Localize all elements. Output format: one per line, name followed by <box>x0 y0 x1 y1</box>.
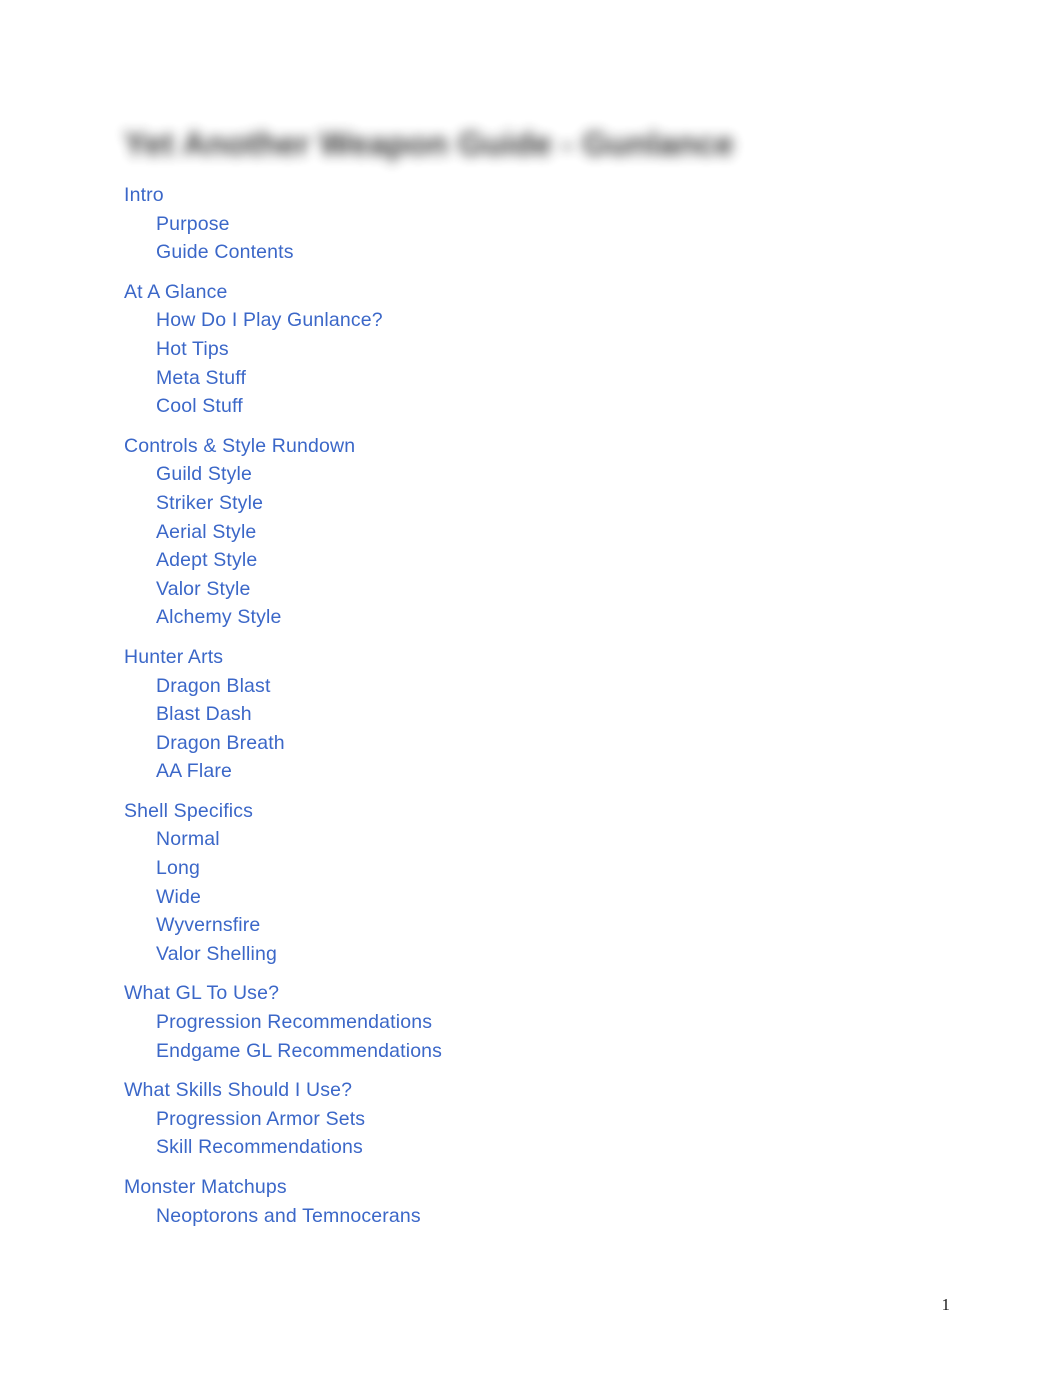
toc-section: Controls & Style Rundown Guild Style Strik… <box>124 432 884 632</box>
toc-item-link[interactable]: How Do I Play Gunlance? <box>156 306 884 335</box>
toc-section: Intro Purpose Guide Contents <box>124 181 884 267</box>
toc-item-link[interactable]: Alchemy Style <box>156 603 884 632</box>
toc-item-link[interactable]: Guild Style <box>156 460 884 489</box>
page-number: 1 <box>941 1295 951 1314</box>
toc-item-link[interactable]: Normal <box>156 825 884 854</box>
document-page: Yet Another Weapon Guide - Gunlance Intr… <box>0 0 1062 1377</box>
toc-section-heading-link[interactable]: At A Glance <box>124 278 884 307</box>
toc-item-link[interactable]: Wyvernsfire <box>156 911 884 940</box>
toc-section: Shell Specifics Normal Long Wide Wyvernsfire… <box>124 797 884 969</box>
toc-item-link[interactable]: AA Flare <box>156 757 884 786</box>
table-of-contents: Intro Purpose Guide Contents At A Glance How… <box>124 181 884 1230</box>
toc-section-heading-link[interactable]: What Skills Should I Use? <box>124 1076 884 1105</box>
toc-item-link[interactable]: Dragon Breath <box>156 729 884 758</box>
toc-section-heading-link[interactable]: Intro <box>124 181 884 210</box>
toc-item-link[interactable]: Guide Contents <box>156 238 884 267</box>
toc-item-link[interactable]: Valor Shelling <box>156 940 884 969</box>
toc-item-link[interactable]: Endgame GL Recommendations <box>156 1037 884 1066</box>
toc-section: Monster Matchups Neoptorons and Temnocera… <box>124 1173 884 1230</box>
toc-item-link[interactable]: Dragon Blast <box>156 672 884 701</box>
toc-section-heading-link[interactable]: Hunter Arts <box>124 643 884 672</box>
toc-item-link[interactable]: Neoptorons and Temnocerans <box>156 1202 884 1231</box>
toc-item-link[interactable]: Wide <box>156 883 884 912</box>
toc-item-link[interactable]: Purpose <box>156 210 884 239</box>
toc-section-heading-link[interactable]: Monster Matchups <box>124 1173 884 1202</box>
toc-section-heading-link[interactable]: What GL To Use? <box>124 979 884 1008</box>
document-title: Yet Another Weapon Guide - Gunlance <box>124 125 735 162</box>
toc-section: At A Glance How Do I Play Gunlance? Hot Ti… <box>124 278 884 421</box>
toc-section-heading-link[interactable]: Controls & Style Rundown <box>124 432 884 461</box>
toc-section: Hunter Arts Dragon Blast Blast Dash Dragon … <box>124 643 884 786</box>
toc-section-heading-link[interactable]: Shell Specifics <box>124 797 884 826</box>
toc-item-link[interactable]: Adept Style <box>156 546 884 575</box>
toc-item-link[interactable]: Long <box>156 854 884 883</box>
toc-item-link[interactable]: Progression Recommendations <box>156 1008 884 1037</box>
toc-item-link[interactable]: Aerial Style <box>156 518 884 547</box>
toc-item-link[interactable]: Skill Recommendations <box>156 1133 884 1162</box>
toc-section: What Skills Should I Use? Progression Arm… <box>124 1076 884 1162</box>
toc-item-link[interactable]: Valor Style <box>156 575 884 604</box>
toc-item-link[interactable]: Cool Stuff <box>156 392 884 421</box>
toc-item-link[interactable]: Hot Tips <box>156 335 884 364</box>
toc-section: What GL To Use? Progression Recommendatio… <box>124 979 884 1065</box>
toc-item-link[interactable]: Progression Armor Sets <box>156 1105 884 1134</box>
toc-item-link[interactable]: Striker Style <box>156 489 884 518</box>
toc-item-link[interactable]: Blast Dash <box>156 700 884 729</box>
toc-item-link[interactable]: Meta Stuff <box>156 364 884 393</box>
